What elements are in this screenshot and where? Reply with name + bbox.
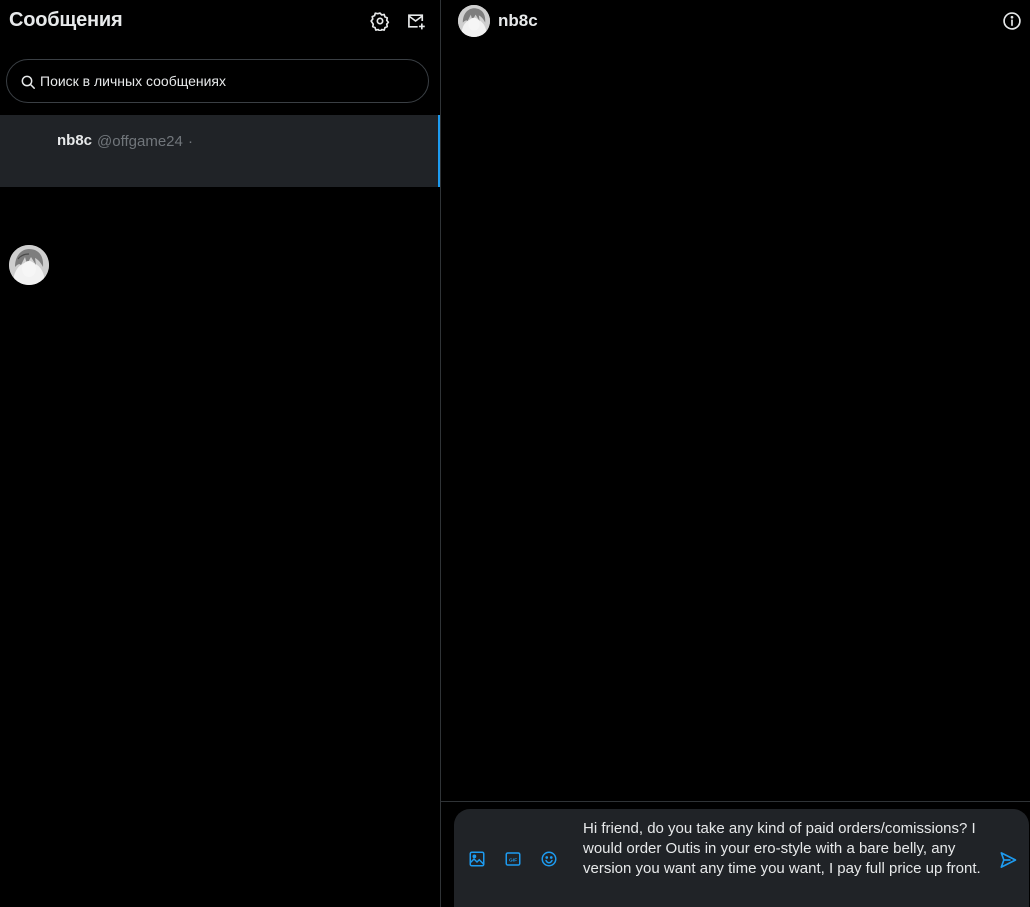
send-icon[interactable]: [998, 850, 1018, 870]
conversation-name: nb8c: [57, 132, 93, 149]
search-box[interactable]: [6, 59, 429, 103]
message-composer: GIF Hi friend, do you take any kind of p…: [454, 809, 1029, 907]
gif-icon[interactable]: GIF: [504, 850, 522, 868]
image-icon[interactable]: [468, 850, 486, 868]
message-input[interactable]: Hi friend, do you take any kind of paid …: [583, 819, 983, 879]
sidebar-header: Сообщения: [0, 0, 440, 44]
avatar[interactable]: [458, 5, 490, 37]
conversation-item[interactable]: nb8c @offgame24 ·: [0, 115, 440, 285]
conversation-handle: @offgame24: [97, 133, 183, 150]
gear-icon[interactable]: [369, 10, 391, 32]
svg-text:GIF: GIF: [509, 857, 517, 863]
emoji-icon[interactable]: [540, 850, 558, 868]
divider: [441, 801, 1030, 802]
search-input[interactable]: [40, 60, 420, 102]
info-icon[interactable]: [1002, 11, 1022, 31]
conversation-list-panel: Сообщения Поиск в личных сообщениях nb8c…: [0, 0, 441, 907]
search-icon: [21, 75, 35, 89]
chat-title[interactable]: nb8c: [498, 11, 538, 31]
page-title: Сообщения: [9, 9, 123, 31]
chat-header: nb8c: [441, 0, 1030, 44]
new-message-icon[interactable]: [405, 10, 427, 32]
avatar: [9, 245, 49, 285]
chat-panel: nb8c GIF Hi friend, do you take any kind…: [441, 0, 1030, 907]
conversation-separator: ·: [188, 133, 193, 150]
